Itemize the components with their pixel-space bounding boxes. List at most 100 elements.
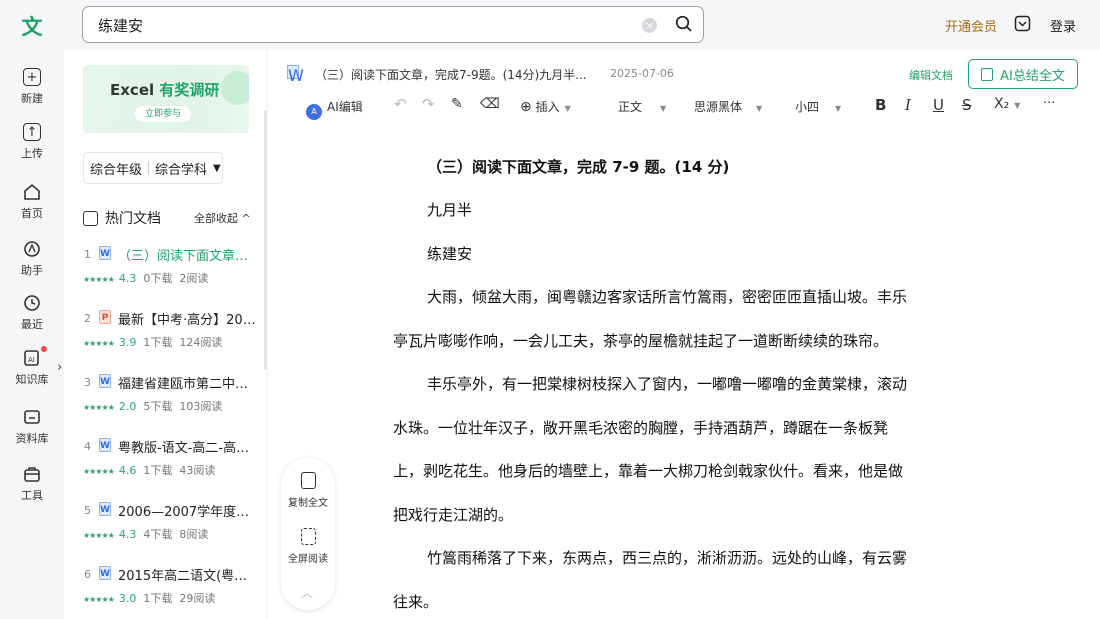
doc-meta: ★★★★★ 3.0 1下载 29阅读: [83, 590, 222, 606]
doc-title: 2015年高二语文(粤教版): [118, 569, 260, 584]
expand-arrow-icon[interactable]: ›: [57, 360, 62, 375]
underline-button[interactable]: U: [933, 96, 944, 114]
fullscreen-read-button[interactable]: 全屏阅读: [281, 528, 335, 565]
subscript-button[interactable]: X₂ ▼: [994, 96, 1020, 112]
scroll-up-icon[interactable]: ︿: [301, 584, 313, 601]
word-file-icon: W: [99, 566, 111, 580]
promo-banner[interactable]: Excel 有奖调研 立即参与: [83, 65, 249, 133]
banner-join-button[interactable]: 立即参与: [135, 106, 191, 122]
doc-rank: 3: [84, 376, 91, 389]
more-options-button[interactable]: ···: [1043, 96, 1055, 111]
search-input[interactable]: [98, 15, 618, 35]
document-line: 大雨，倾盆大雨，闽粤赣边客家话所言竹篙雨，密密匝匝直插山坡。丰乐: [427, 288, 908, 306]
doc-title: 粤教版-语文-高二-高中语文: [118, 441, 260, 456]
rating-stars-icon: ★★★★★: [83, 531, 115, 540]
doc-score: 4.3: [118, 272, 137, 285]
eraser-icon[interactable]: ⌫: [480, 96, 500, 112]
edit-document-link[interactable]: 编辑文档: [909, 67, 953, 83]
doc-list-item[interactable]: 1W （三）阅读下面文章，完成7-9题。(14分)九月半 ★★★★★4.3 0下载 2阅…: [64, 243, 266, 293]
ai-summary-button[interactable]: AI总结全文: [968, 59, 1078, 89]
banner-title: Excel 有奖调研: [110, 81, 220, 99]
doc-list-item[interactable]: 6 W 2015年高二语文(粤教版) ★★★★★ 3.0 1下载 29阅读: [64, 563, 266, 613]
rail-item-tools[interactable]: 工具: [0, 464, 64, 508]
ai-edit-button[interactable]: A AI编辑: [306, 98, 363, 120]
word-file-icon: W: [99, 438, 111, 452]
doc-reads: 103阅读: [179, 400, 223, 413]
rail-item-materials[interactable]: 资料库: [0, 407, 64, 451]
document-line: 竹篙雨稀落了下来，东两点，西三点的，淅淅沥沥。远处的山峰，有云雾: [427, 549, 908, 567]
font-family-select[interactable]: 思源黑体 ▼: [694, 98, 762, 115]
rating-stars-icon: ★★★★★: [83, 275, 115, 284]
rail-item-assistant[interactable]: 助手: [0, 239, 64, 283]
doc-list-item[interactable]: 4 W 粤教版-语文-高二-高中语文 ★★★★★ 4.6 1下载 43阅读: [64, 435, 266, 485]
download-client-icon[interactable]: [1014, 15, 1031, 32]
doc-reads: 29阅读: [179, 592, 216, 605]
doc-rank: 4: [84, 440, 91, 453]
font-size-select[interactable]: 小四 ▼: [795, 98, 841, 115]
search-bar: ×: [82, 6, 704, 43]
doc-meta: ★★★★★ 3.9 1下载 124阅读: [83, 334, 229, 350]
doc-list-item[interactable]: 5 W 2006—2007学年度下学期 ★★★★★ 4.3 4下载 8阅读: [64, 499, 266, 549]
vip-link[interactable]: 开通会员: [945, 16, 997, 35]
left-rail: 文 + 新建 ↑ 上传 首页 助手 最近 AI 知识库 › 资料库 工具: [0, 0, 64, 619]
italic-button[interactable]: I: [905, 96, 911, 114]
question-heading: （三）阅读下面文章，完成 7-9 题。(14 分): [427, 158, 730, 176]
search-icon[interactable]: [675, 15, 693, 37]
bold-button[interactable]: B: [875, 96, 886, 114]
redo-icon[interactable]: ↷: [422, 95, 435, 113]
strikethrough-button[interactable]: S: [962, 96, 972, 114]
document-line: 往来。: [393, 592, 439, 611]
doc-downloads: 1下载: [143, 592, 173, 605]
rail-item-upload[interactable]: ↑ 上传: [0, 122, 64, 166]
doc-list-item[interactable]: 3 W 福建省建瓯市第二中学高一 ★★★★★ 2.0 5下载 103阅读: [64, 371, 266, 421]
document-line: 水珠。一位壮年汉子，敞开黑毛浓密的胸膛，手持酒葫芦，蹲踞在一条板凳: [393, 418, 889, 437]
word-file-icon: W: [287, 65, 304, 85]
rating-stars-icon: ★★★★★: [83, 467, 115, 476]
fullscreen-label: 全屏阅读: [288, 554, 328, 565]
rail-item-home[interactable]: 首页: [0, 182, 64, 226]
copy-all-button[interactable]: 复制全文: [281, 472, 335, 509]
format-painter-icon[interactable]: ✎: [451, 96, 463, 112]
doc-list-item[interactable]: 2 P 最新【中考·高分】2019年 ★★★★★ 3.9 1下载 124阅读: [64, 307, 266, 357]
plus-icon: +: [23, 68, 41, 86]
svg-text:AI: AI: [28, 356, 35, 364]
document-list-panel: Excel 有奖调研 立即参与 综合年级 综合学科 ▼ 热门文档 全部收起 ^ …: [64, 50, 267, 619]
doc-reads: 124阅读: [179, 336, 223, 349]
document-line: 练建安: [427, 244, 473, 263]
ai-logo-icon: A: [306, 104, 322, 120]
rail-item-recent[interactable]: 最近: [0, 293, 64, 337]
paragraph-style-select[interactable]: 正文 ▼: [618, 98, 666, 115]
collapse-all-button[interactable]: 全部收起 ^: [194, 210, 251, 226]
document-line: 丰乐亭外，有一把棠棣树枝探入了窗内，一嘟噜一嘟噜的金黄棠棣，滚动: [427, 375, 908, 393]
doc-reads: 2阅读: [179, 272, 209, 285]
toolbox-icon: [22, 464, 42, 484]
hot-docs-header: 热门文档 全部收起 ^: [83, 208, 258, 228]
doc-title: （三）阅读下面文章，完成7-9题。(14分)九月半: [118, 249, 260, 264]
insert-menu[interactable]: ⊕ 插入 ▼: [520, 98, 571, 115]
doc-score: 2.0: [118, 400, 137, 413]
folder-icon: [22, 407, 42, 427]
hot-docs-title: 热门文档: [105, 211, 161, 227]
rail-label: 上传: [21, 147, 43, 160]
doc-downloads: 1下载: [143, 464, 173, 477]
fullscreen-icon: [300, 528, 316, 545]
doc-rank: 5: [84, 504, 91, 517]
login-link[interactable]: 登录: [1050, 16, 1076, 35]
doc-meta: ★★★★★ 2.0 5下载 103阅读: [83, 398, 229, 414]
undo-icon[interactable]: ↶: [394, 95, 407, 113]
rail-label: 首页: [21, 207, 43, 220]
hot-docs-icon: [83, 210, 98, 226]
editor-toolbar: A AI编辑 ↶ ↷ ✎ ⌫ ⊕ 插入 ▼ 正文 ▼ 思源黑体 ▼ 小四 ▼ B I U …: [268, 93, 1100, 123]
doc-rank: 6: [84, 568, 91, 581]
ai-summary-label: AI总结全文: [1000, 68, 1065, 84]
clear-search-icon[interactable]: ×: [642, 18, 657, 33]
doc-title: 2006—2007学年度下学期: [118, 505, 260, 520]
app-logo[interactable]: 文: [17, 11, 47, 41]
rail-item-knowledge-base[interactable]: AI 知识库: [0, 348, 64, 392]
rail-item-new[interactable]: + 新建: [0, 67, 64, 111]
grade-subject-filter[interactable]: 综合年级 综合学科 ▼: [83, 152, 223, 184]
word-file-icon: W: [99, 246, 111, 260]
rail-label: 资料库: [15, 432, 49, 445]
knowledge-base-icon: AI: [22, 348, 42, 368]
document-line: 亭瓦片嘭嘭作响，一会儿工夫，茶亭的屋檐就挂起了一道断断续续的珠帘。: [393, 331, 889, 350]
